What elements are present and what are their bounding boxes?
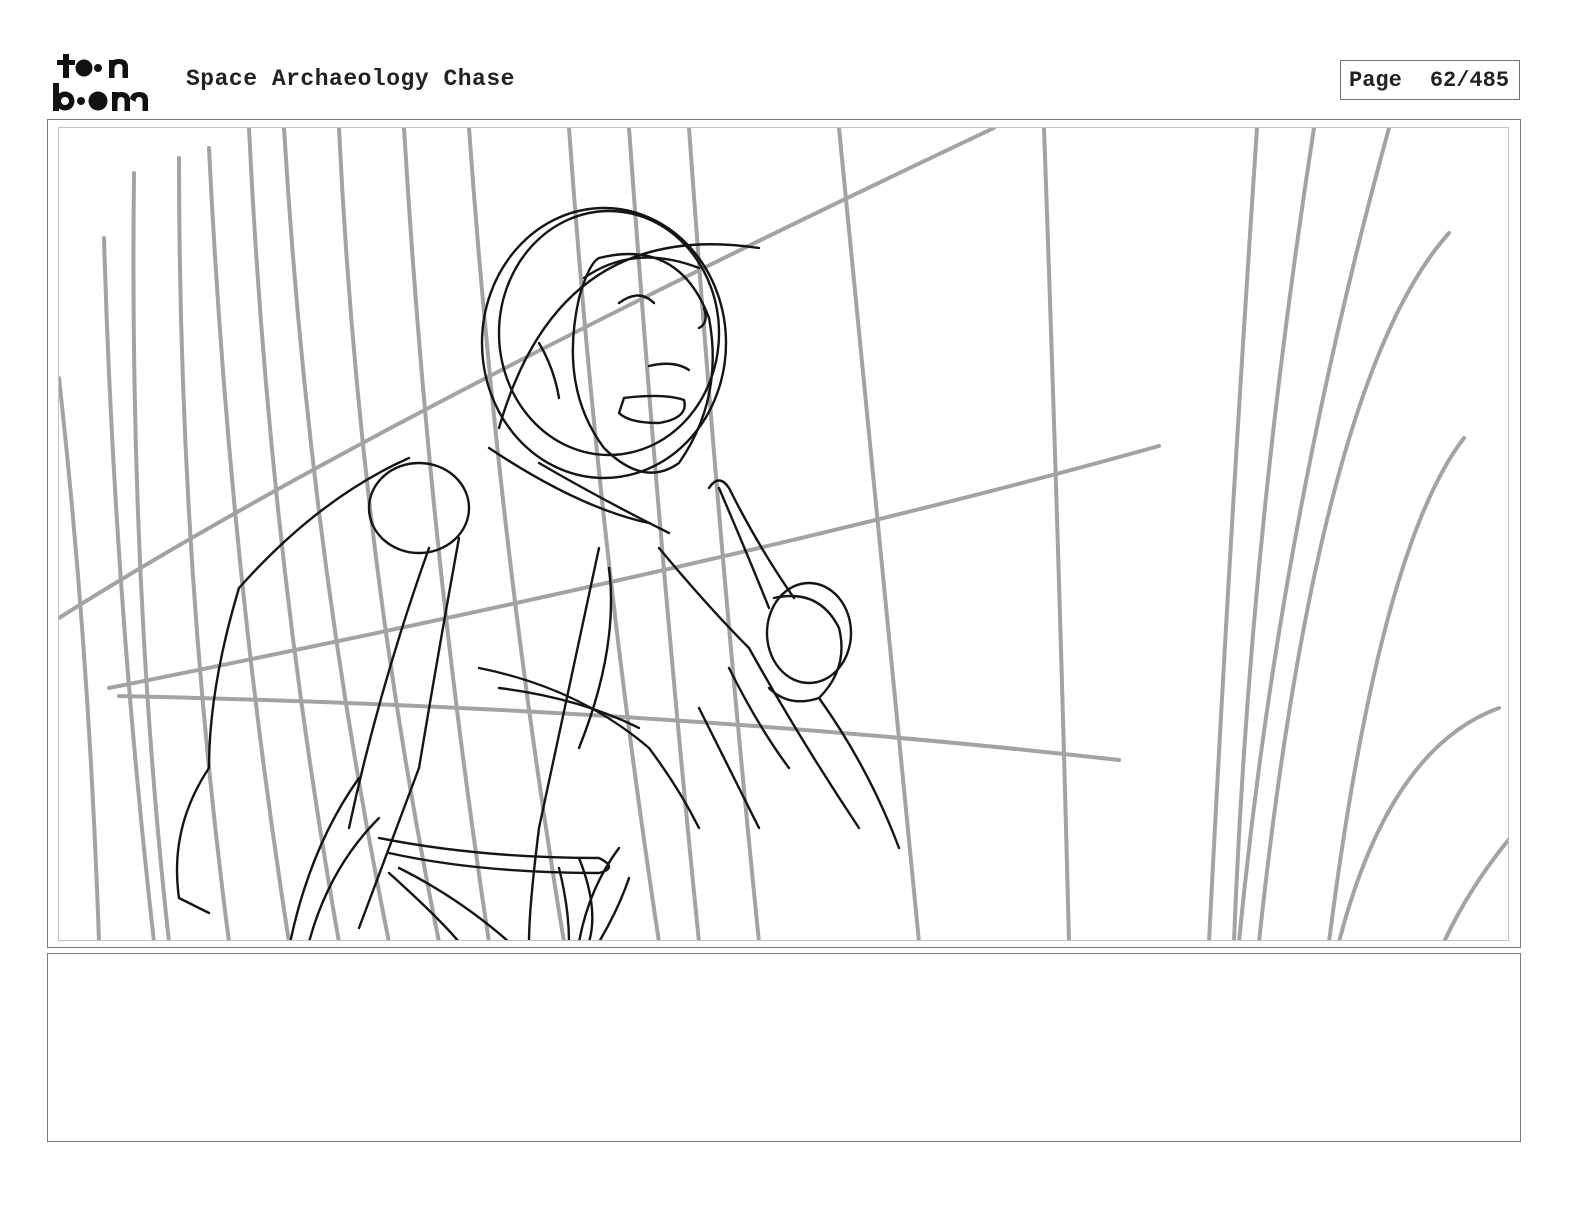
- page-number: 62/485: [1429, 67, 1510, 93]
- toon-boom-logo: toon: [52, 52, 164, 112]
- panel-caption-box: [47, 953, 1521, 1142]
- page-indicator: Page 62/485: [1340, 60, 1520, 100]
- page-label: Page: [1349, 67, 1402, 93]
- toon-boom-logo-icon: toon: [52, 52, 148, 111]
- panel-sketch-image: [59, 128, 1508, 940]
- speed-lines: [59, 128, 1508, 940]
- project-title: Space Archaeology Chase: [186, 66, 515, 92]
- svg-text:toon: toon: [52, 52, 55, 53]
- panel-safe-area: [58, 127, 1509, 941]
- storyboard-panel: [47, 119, 1521, 948]
